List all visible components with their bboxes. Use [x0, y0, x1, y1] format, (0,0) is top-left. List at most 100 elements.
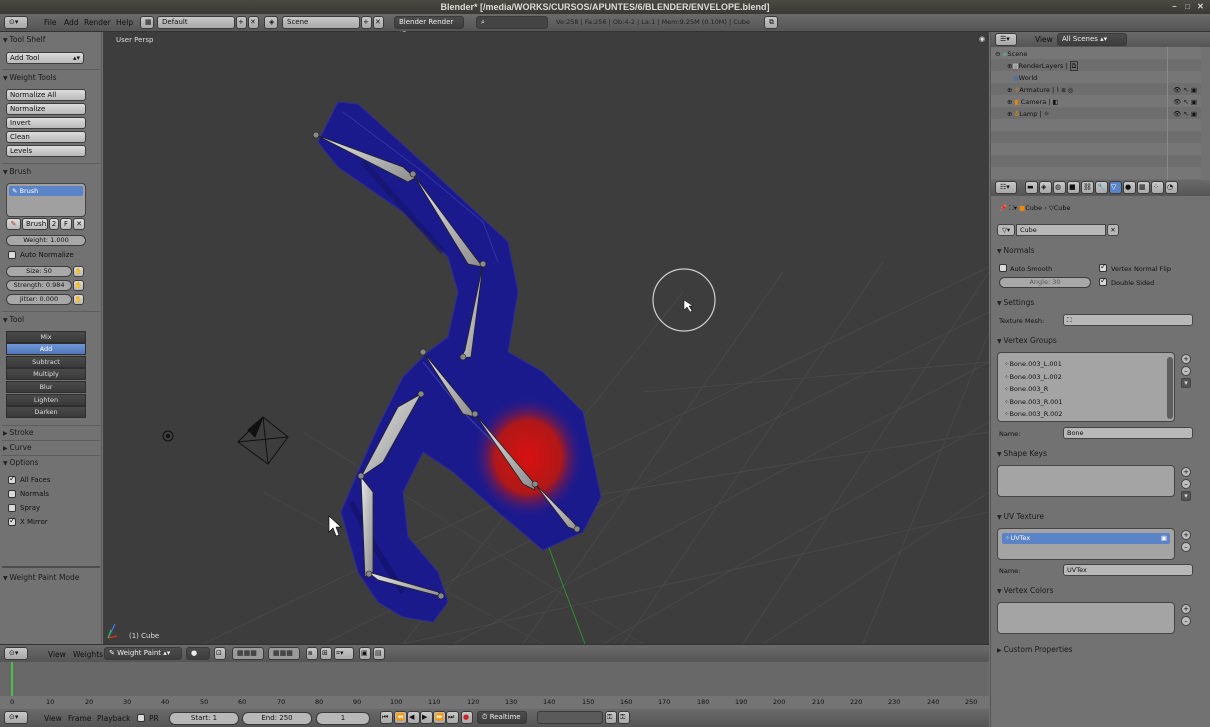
scene-field[interactable]: Scene [282, 16, 360, 29]
outliner-editor-type[interactable]: ☰▾ [995, 33, 1017, 46]
vertex-group-item[interactable]: ⁘Bone.003_R.001 [1004, 398, 1063, 406]
brush-list-item[interactable]: ✎ Brush [9, 186, 83, 196]
fullscreen-icon[interactable]: ⧉ [764, 16, 778, 29]
pivot-icon[interactable]: ⊡ [214, 647, 226, 660]
render-engine-select[interactable]: Blender Render ▴▾ [394, 16, 464, 37]
timeline-menu-frame[interactable]: Frame [68, 714, 91, 723]
tool-shelf-header[interactable]: Tool Shelf [3, 34, 99, 46]
invert-button[interactable]: Invert [6, 117, 86, 129]
strength-slider[interactable]: Strength: 0.984 [6, 280, 72, 291]
scene-icon[interactable]: ◈ [264, 16, 278, 29]
vertex-group-item[interactable]: ⁘Bone.003_R.002 [1004, 410, 1063, 418]
brush-list[interactable]: ✎ Brush [6, 183, 86, 217]
vertex-group-name-field[interactable]: Bone [1063, 427, 1193, 439]
weight-paint-mode-header[interactable]: Weight Paint Mode [3, 572, 99, 584]
shape-keys-header[interactable]: Shape Keys [997, 448, 1197, 460]
shape-key-add-button[interactable]: + [1181, 467, 1191, 477]
uv-texture-add-button[interactable]: + [1181, 530, 1191, 540]
outliner-item-lamp[interactable]: ⊕ ♁Lamp | ☼ 👁 ↖ ▣ [991, 108, 1210, 120]
tool-darken[interactable]: Darken [6, 406, 86, 418]
timeline-area[interactable]: 0 10 20 30 40 50 60 70 80 90 100 110 120… [0, 662, 989, 708]
vertex-groups-list[interactable]: ⁘Bone.003_L.001 ⁘Bone.003_L.002 ⁘Bone.00… [997, 352, 1175, 422]
normalize-button[interactable]: Normalize [6, 103, 86, 115]
outliner-filter-select[interactable]: All Scenes ▴▾ [1057, 33, 1127, 46]
brush-unlink-button[interactable]: ✕ [73, 218, 85, 230]
x-mirror-checkbox[interactable] [8, 516, 16, 526]
weight-slider[interactable]: Weight: 1.000 [6, 235, 86, 246]
mesh-name-field[interactable]: Cube [1016, 224, 1106, 236]
vertex-group-item[interactable]: ⁘Bone.003_R [1004, 385, 1048, 393]
timeline[interactable]: 0 10 20 30 40 50 60 70 80 90 100 110 120… [0, 662, 989, 727]
data-tab-icon[interactable]: ▽ [1109, 181, 1122, 194]
vertex-group-item[interactable]: ⁘Bone.003_L.001 [1004, 360, 1062, 368]
object-tab-icon[interactable]: ■ [1067, 181, 1080, 194]
shading-select[interactable]: ● ▴▾ [186, 647, 210, 668]
tool-subtract[interactable]: Subtract [6, 356, 86, 368]
lamp-object[interactable] [162, 430, 174, 442]
size-slider[interactable]: Size: 50 [6, 266, 72, 277]
viewport-editor-type[interactable]: ⊙▾ [4, 647, 28, 660]
start-frame-field[interactable]: Start: 1 [169, 712, 239, 725]
brush-fake-user-button[interactable]: F [60, 218, 72, 230]
mask-face-button[interactable]: ▦▦▦ [232, 647, 264, 660]
viewport-corner-icon[interactable]: ◉ [979, 35, 985, 43]
shape-key-specials-button[interactable]: ▾ [1181, 491, 1191, 501]
outliner-list[interactable]: ⊖ ◈Scene ⊕▤RenderLayers | ⧉ ◍World ⊕ ☥Ar… [991, 47, 1201, 180]
tool-add[interactable]: Add [6, 343, 86, 355]
viewport-menu-weights[interactable]: Weights [73, 650, 103, 659]
vertex-group-item[interactable]: ⁘Bone.003_L.002 [1004, 373, 1062, 381]
shape-keys-list[interactable] [997, 465, 1175, 497]
viewport-menu-view[interactable]: View [48, 650, 66, 659]
vertex-groups-header[interactable]: Vertex Groups [997, 335, 1197, 347]
settings-header[interactable]: Settings [997, 297, 1197, 309]
menu-add[interactable]: Add [64, 18, 79, 27]
prev-key-button[interactable]: ⏪ [394, 711, 407, 724]
shape-key-remove-button[interactable]: – [1181, 479, 1191, 489]
curve-header[interactable]: Curve [3, 442, 99, 454]
uv-texture-list[interactable]: ⁘UVTex ▣ [997, 528, 1175, 560]
spray-checkbox[interactable] [8, 504, 16, 512]
vertex-color-add-button[interactable]: + [1181, 604, 1191, 614]
jump-end-button[interactable]: ⏭ [446, 711, 459, 724]
vertex-group-add-button[interactable]: + [1181, 354, 1191, 364]
end-frame-field[interactable]: End: 250 [242, 712, 312, 725]
brush-icon-button[interactable]: ✎ [6, 218, 21, 230]
preview-range-checkbox[interactable] [137, 714, 145, 722]
outliner-item-renderlayers[interactable]: ⊕▤RenderLayers | ⧉ [991, 60, 1210, 72]
render-tab-icon[interactable]: ▬ [1025, 181, 1038, 194]
editor-type-button[interactable]: ⊙▾ [4, 16, 28, 29]
jitter-slider[interactable]: Jitter: 0.000 [6, 294, 72, 305]
keying-set-field[interactable] [537, 711, 603, 724]
render-icon[interactable]: ▣ [359, 647, 371, 660]
keyframe-delete-icon[interactable]: ⚿ [618, 711, 630, 724]
vertex-group-specials-button[interactable]: ▾ [1181, 378, 1191, 388]
maximize-icon[interactable]: □ [1183, 2, 1192, 11]
normalize-all-button[interactable]: Normalize All [6, 89, 86, 101]
properties-editor-type[interactable]: ☷▾ [995, 181, 1017, 194]
search-field[interactable]: ⌕ [476, 16, 548, 29]
3d-viewport[interactable]: User Persp (1) Cube ◉ [103, 32, 989, 644]
jitter-pressure-icon[interactable]: ✋ [73, 294, 84, 305]
tool-mix[interactable]: Mix [6, 331, 86, 343]
menu-help[interactable]: Help [116, 18, 133, 27]
all-faces-checkbox[interactable] [8, 474, 16, 484]
tool-lighten[interactable]: Lighten [6, 394, 86, 406]
options-header[interactable]: Options [3, 457, 99, 469]
screen-layout-icon[interactable]: ▦ [140, 16, 154, 29]
screen-remove-button[interactable]: ✕ [248, 16, 259, 29]
viewport-scene[interactable] [103, 32, 989, 644]
brush-name-field[interactable]: Brush [22, 218, 48, 230]
double-sided-checkbox[interactable] [1099, 276, 1107, 286]
auto-normalize-checkbox[interactable] [8, 251, 16, 259]
mask-vertex-button[interactable]: ▦▦▦ [268, 647, 300, 660]
uv-texture-header[interactable]: UV Texture [997, 511, 1197, 523]
uv-texture-name-field[interactable]: UVTex [1063, 564, 1193, 576]
brush-users-count[interactable]: 2 [49, 218, 59, 230]
uv-texture-item[interactable]: ⁘UVTex ▣ [1002, 533, 1170, 544]
screen-layout-field[interactable]: Default [157, 16, 235, 29]
next-key-button[interactable]: ⏩ [433, 711, 446, 724]
world-tab-icon[interactable]: ◍ [1053, 181, 1066, 194]
mode-select[interactable]: ✎ Weight Paint ▴▾ [104, 647, 182, 660]
outliner-item-scene[interactable]: ⊖ ◈Scene [991, 48, 1210, 60]
auto-smooth-checkbox[interactable] [999, 264, 1007, 272]
